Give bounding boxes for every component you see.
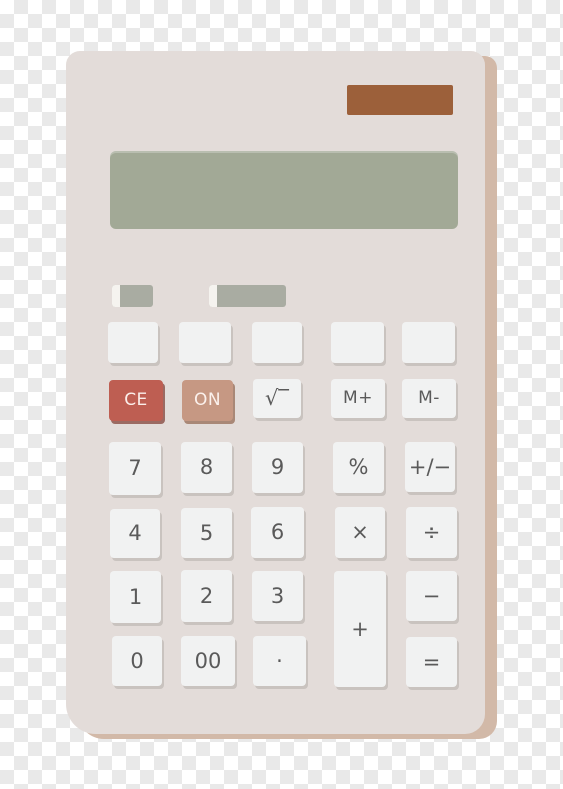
double-zero-button[interactable]: 00 bbox=[181, 636, 235, 686]
solar-panel bbox=[347, 85, 453, 115]
mode-switch-right[interactable] bbox=[209, 285, 286, 307]
decimal-point-button[interactable]: · bbox=[253, 636, 306, 686]
display-screen bbox=[110, 151, 458, 229]
digit-7-button[interactable]: 7 bbox=[109, 442, 161, 495]
blank-key-5[interactable] bbox=[402, 322, 455, 363]
digit-2-button[interactable]: 2 bbox=[181, 570, 232, 622]
mode-switch-left[interactable] bbox=[112, 285, 153, 307]
plus-minus-button[interactable]: +/− bbox=[405, 442, 455, 492]
divide-button[interactable]: ÷ bbox=[406, 507, 457, 558]
memory-plus-button[interactable]: M+ bbox=[331, 379, 385, 418]
digit-4-button[interactable]: 4 bbox=[110, 509, 160, 558]
blank-key-1[interactable] bbox=[108, 322, 158, 363]
blank-key-2[interactable] bbox=[179, 322, 231, 363]
on-button[interactable]: ON bbox=[182, 380, 233, 421]
plus-button[interactable]: + bbox=[334, 571, 386, 687]
multiply-button[interactable]: × bbox=[335, 507, 385, 558]
switch-knob bbox=[209, 285, 217, 307]
minus-button[interactable]: − bbox=[406, 571, 457, 621]
digit-6-button[interactable]: 6 bbox=[251, 507, 304, 558]
switch-knob bbox=[112, 285, 120, 307]
memory-minus-button[interactable]: M- bbox=[402, 379, 456, 418]
digit-1-button[interactable]: 1 bbox=[110, 571, 161, 623]
digit-9-button[interactable]: 9 bbox=[252, 442, 303, 493]
digit-3-button[interactable]: 3 bbox=[252, 571, 303, 621]
digit-8-button[interactable]: 8 bbox=[181, 442, 232, 493]
blank-key-4[interactable] bbox=[331, 322, 384, 363]
percent-button[interactable]: % bbox=[333, 442, 384, 493]
digit-0-button[interactable]: 0 bbox=[112, 636, 162, 686]
square-root-button[interactable]: √‾ bbox=[253, 379, 301, 418]
ce-button[interactable]: CE bbox=[109, 380, 163, 421]
digit-5-button[interactable]: 5 bbox=[181, 508, 232, 558]
equals-button[interactable]: = bbox=[406, 637, 457, 687]
blank-key-3[interactable] bbox=[252, 322, 302, 363]
